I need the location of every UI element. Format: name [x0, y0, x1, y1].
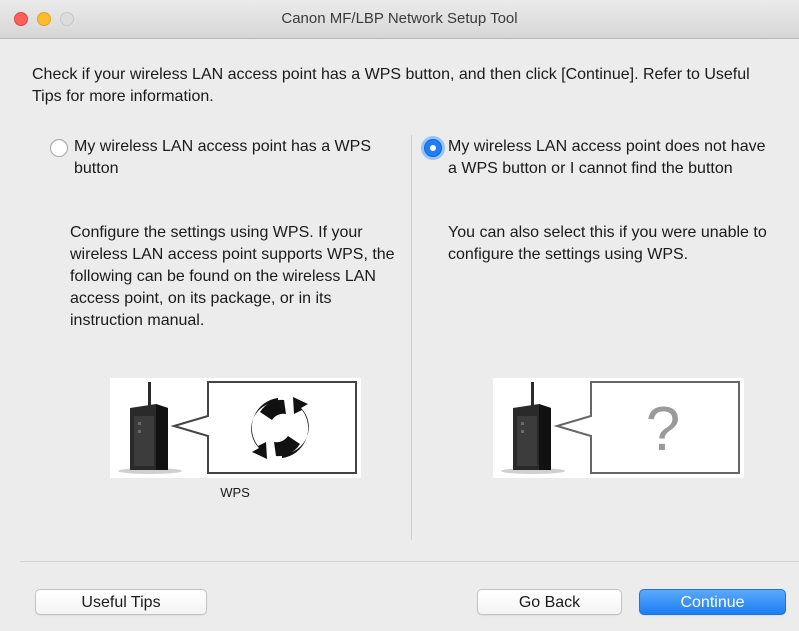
router-icon — [118, 382, 182, 474]
wps-button-radio[interactable] — [50, 139, 68, 157]
no-wps-button-radio[interactable] — [424, 139, 442, 157]
useful-tips-button[interactable]: Useful Tips — [35, 589, 207, 615]
footer-separator — [20, 561, 799, 562]
no-wps-illustration: ? — [493, 378, 744, 478]
column-divider — [411, 135, 412, 540]
go-back-button[interactable]: Go Back — [477, 589, 622, 615]
title-bar: Canon MF/LBP Network Setup Tool — [0, 0, 799, 39]
window-title: Canon MF/LBP Network Setup Tool — [281, 10, 518, 27]
wps-button-option-description: Configure the settings using WPS. If you… — [70, 224, 395, 329]
no-wps-button-option-label[interactable]: My wireless LAN access point does not ha… — [448, 136, 768, 180]
wps-button-option-label[interactable]: My wireless LAN access point has a WPS b… — [74, 136, 394, 180]
no-wps-button-option-description: You can also select this if you were una… — [448, 224, 767, 263]
continue-button[interactable]: Continue — [639, 589, 786, 615]
router-icon — [501, 382, 565, 474]
wps-caption: WPS — [220, 485, 250, 500]
question-mark-icon: ? — [646, 395, 680, 464]
instruction-text: Check if your wireless LAN access point … — [32, 66, 750, 105]
wps-illustration — [110, 378, 361, 478]
